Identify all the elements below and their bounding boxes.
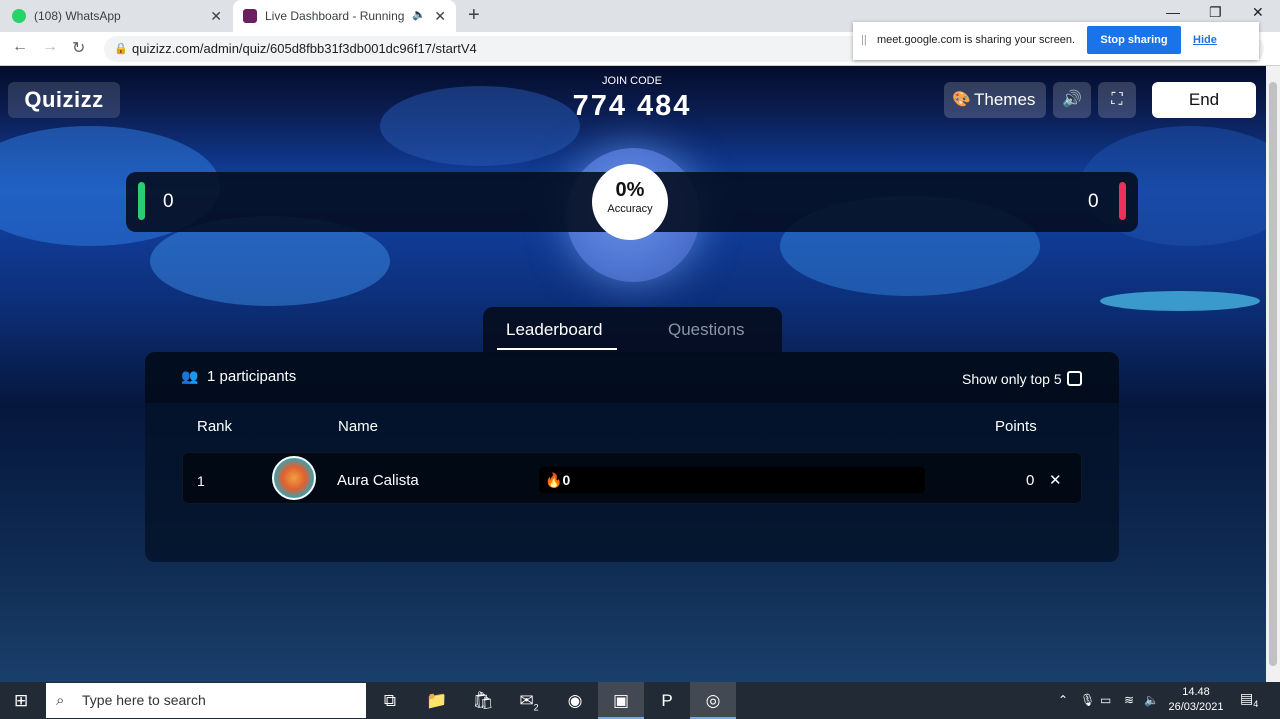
back-icon[interactable]: ←	[12, 38, 28, 56]
column-name: Name	[338, 418, 379, 435]
correct-indicator	[138, 182, 145, 220]
join-code-label: JOIN CODE	[602, 75, 662, 87]
scrollbar-thumb[interactable]	[1269, 82, 1277, 666]
view-tabs: Leaderboard Questions	[483, 307, 782, 353]
end-button[interactable]: End	[1152, 82, 1256, 118]
hide-link[interactable]: Hide	[1193, 34, 1217, 46]
notifications-icon[interactable]: ▤4	[1240, 690, 1258, 709]
streak-value: 0	[562, 472, 571, 488]
wifi-icon[interactable]: ≋	[1124, 693, 1134, 707]
tab-live-dashboard[interactable]: Live Dashboard - Running 🔈 ✕	[233, 0, 456, 32]
active-tab-underline	[497, 348, 617, 350]
streak-bar: 🔥0	[539, 467, 925, 493]
volume-icon[interactable]: 🔈	[1144, 693, 1159, 707]
close-tab-icon[interactable]: ✕	[434, 8, 446, 25]
participant-name: Aura Calista	[337, 472, 419, 489]
close-tab-icon[interactable]: ✕	[210, 8, 222, 25]
rank-value: 1	[197, 473, 205, 489]
url-text: quizizz.com/admin/quiz/605d8fbb31f3db001…	[132, 41, 477, 56]
powerpoint-icon[interactable]: P	[644, 682, 690, 719]
search-placeholder: Type here to search	[82, 692, 206, 708]
incorrect-indicator	[1119, 182, 1126, 220]
sticky-notes-icon[interactable]: ▣	[598, 682, 644, 719]
fullscreen-icon: ⛶	[1111, 91, 1123, 108]
correct-count: 0	[163, 191, 174, 212]
new-tab-icon[interactable]: +	[468, 4, 480, 27]
avatar	[272, 456, 316, 500]
themes-label: Themes	[974, 90, 1036, 109]
column-rank: Rank	[197, 418, 233, 435]
remove-participant-icon[interactable]: ✕	[1049, 471, 1062, 489]
file-explorer-icon[interactable]: 📁	[414, 682, 460, 719]
chrome-icon[interactable]: ◎	[690, 682, 736, 719]
close-window-icon[interactable]: ✕	[1252, 4, 1264, 21]
accuracy-circle: 0% Accuracy	[592, 164, 668, 240]
microphone-icon[interactable]: 🎙	[1080, 693, 1095, 707]
top5-checkbox[interactable]	[1067, 371, 1082, 386]
column-points: Points	[995, 418, 1037, 435]
tab-title: (108) WhatsApp	[34, 9, 121, 23]
whatsapp-icon	[12, 9, 26, 23]
sharing-message: meet.google.com is sharing your screen.	[877, 34, 1076, 46]
mail-icon[interactable]: ✉2	[506, 682, 552, 719]
screen-sharing-bar: || meet.google.com is sharing your scree…	[853, 22, 1259, 60]
accuracy-label: Accuracy	[607, 203, 653, 215]
speaker-icon[interactable]: 🔈	[412, 8, 426, 21]
mail-badge: 2	[533, 702, 539, 713]
windows-taskbar: ⊞ ⌕ Type here to search ⧉ 📁 🛍 ✉2 ◉ ▣ P ◎…	[0, 682, 1280, 719]
themes-button[interactable]: 🎨 Themes	[944, 82, 1046, 118]
tab-title: Live Dashboard - Running	[265, 9, 405, 23]
tab-questions[interactable]: Questions	[668, 320, 745, 340]
taskbar-search-input[interactable]: ⌕ Type here to search	[46, 683, 366, 718]
quizizz-favicon-icon	[243, 9, 257, 23]
palette-icon: 🎨	[952, 91, 971, 108]
tab-whatsapp[interactable]: (108) WhatsApp ✕	[12, 0, 232, 32]
battery-icon[interactable]: ▭	[1100, 693, 1111, 707]
background-cloud	[1100, 291, 1260, 311]
sound-button[interactable]: 🔊	[1053, 82, 1091, 118]
points-value: 0	[1026, 472, 1035, 489]
stop-sharing-button[interactable]: Stop sharing	[1087, 26, 1181, 54]
store-icon[interactable]: 🛍	[460, 682, 506, 719]
task-view-icon[interactable]: ⧉	[367, 682, 413, 719]
flame-icon: 🔥	[545, 472, 563, 488]
edge-icon[interactable]: ◉	[552, 682, 598, 719]
forward-icon[interactable]: →	[42, 38, 58, 56]
participants-count: 1 participants	[207, 368, 297, 385]
minimize-icon[interactable]: —	[1166, 4, 1180, 20]
show-hidden-icons-icon[interactable]: ⌃	[1058, 693, 1068, 707]
drag-handle-icon[interactable]: ||	[861, 34, 867, 46]
windows-start-icon[interactable]: ⊞	[14, 691, 28, 711]
table-row[interactable]: 1 Aura Calista 🔥0 0 ✕	[182, 452, 1082, 504]
fullscreen-button[interactable]: ⛶	[1098, 82, 1136, 118]
reload-icon[interactable]: ↻	[72, 38, 85, 58]
top5-label: Show only top 5	[962, 371, 1062, 387]
lock-icon: 🔒	[114, 43, 128, 55]
leaderboard-panel: 👥 1 participants Show only top 5 Rank Na…	[145, 352, 1119, 562]
quizizz-logo[interactable]: Quizizz	[8, 82, 120, 118]
volume-icon: 🔊	[1062, 91, 1082, 108]
notification-count: 4	[1253, 698, 1259, 709]
join-code: 774 484	[572, 90, 692, 122]
clock-time: 14.48	[1182, 686, 1210, 698]
clock-date: 26/03/2021	[1168, 701, 1224, 713]
restore-icon[interactable]: ❐	[1209, 4, 1222, 21]
tab-leaderboard[interactable]: Leaderboard	[506, 320, 602, 340]
page-scrollbar[interactable]	[1266, 66, 1280, 682]
taskbar-clock[interactable]: 14.48 26/03/2021	[1166, 685, 1226, 715]
incorrect-count: 0	[1088, 191, 1099, 212]
accuracy-percent: 0%	[615, 179, 645, 201]
quiz-dashboard-page: Quizizz JOIN CODE 774 484 🎨 Themes 🔊 ⛶ E…	[0, 66, 1266, 682]
search-icon: ⌕	[56, 692, 65, 709]
participants-icon: 👥	[181, 368, 199, 384]
